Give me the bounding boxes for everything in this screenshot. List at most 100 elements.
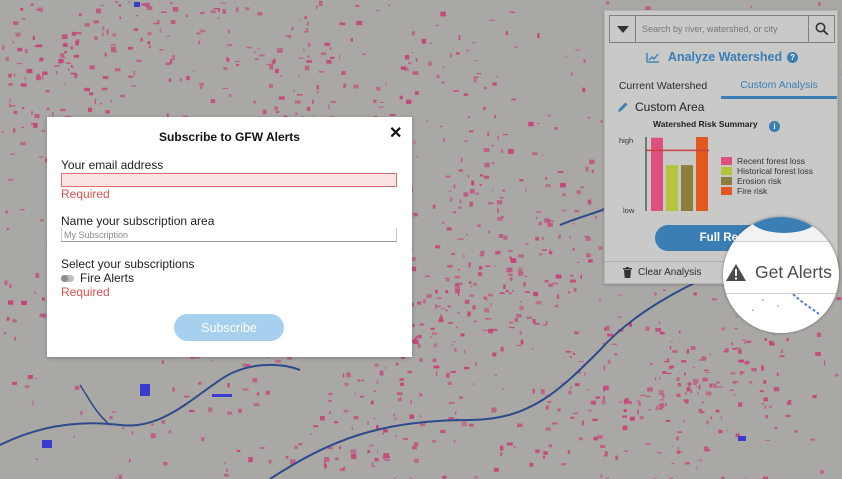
forest-loss-patch bbox=[702, 377, 708, 382]
forest-loss-patch bbox=[55, 71, 58, 75]
forest-loss-patch bbox=[684, 462, 690, 465]
email-label: Your email address bbox=[61, 158, 164, 172]
forest-loss-patch bbox=[545, 320, 548, 325]
forest-loss-patch bbox=[440, 314, 443, 319]
forest-loss-patch bbox=[20, 7, 24, 11]
forest-loss-patch bbox=[569, 279, 576, 283]
forest-loss-patch bbox=[246, 46, 252, 49]
forest-loss-patch bbox=[30, 3, 34, 6]
forest-loss-patch bbox=[685, 401, 689, 404]
forest-loss-patch bbox=[146, 6, 153, 11]
forest-loss-patch bbox=[508, 273, 513, 276]
axis-high-label: high bbox=[619, 136, 634, 145]
forest-loss-patch bbox=[485, 265, 491, 267]
forest-loss-patch bbox=[602, 396, 605, 401]
get-alerts-label: Get Alerts bbox=[755, 261, 832, 282]
forest-loss-patch bbox=[460, 333, 465, 337]
caret-down-icon bbox=[616, 25, 629, 33]
search-dropdown-button[interactable] bbox=[610, 16, 636, 42]
forest-loss-patch bbox=[648, 408, 652, 411]
clear-analysis-button[interactable]: Clear Analysis bbox=[623, 267, 701, 278]
subscribe-button[interactable]: Subscribe bbox=[174, 314, 284, 341]
search-input[interactable] bbox=[636, 16, 808, 42]
forest-loss-patch bbox=[253, 403, 260, 407]
forest-loss-patch bbox=[320, 417, 322, 420]
forest-loss-patch bbox=[379, 102, 384, 103]
info-icon[interactable]: i bbox=[769, 121, 780, 132]
forest-loss-patch bbox=[516, 313, 522, 318]
forest-loss-patch bbox=[78, 13, 82, 17]
forest-loss-patch bbox=[312, 99, 314, 105]
fire-alerts-toggle[interactable]: Fire Alerts bbox=[61, 271, 134, 285]
forest-loss-patch bbox=[578, 437, 583, 441]
forest-loss-patch bbox=[308, 42, 311, 47]
forest-loss-patch bbox=[357, 379, 361, 382]
forest-loss-patch bbox=[353, 416, 359, 420]
forest-loss-patch bbox=[463, 366, 470, 370]
subscription-name-field[interactable] bbox=[61, 228, 397, 242]
forest-loss-patch bbox=[447, 305, 451, 308]
get-alerts-button[interactable]: Get Alerts bbox=[723, 258, 839, 286]
search-button[interactable] bbox=[808, 16, 834, 42]
forest-loss-patch bbox=[20, 142, 26, 146]
tab-current-watershed[interactable]: Current Watershed bbox=[605, 73, 721, 99]
subscriptions-label: Select your subscriptions bbox=[61, 257, 195, 271]
forest-loss-patch bbox=[744, 341, 747, 344]
forest-loss-patch bbox=[408, 62, 412, 65]
forest-loss-patch bbox=[818, 2, 821, 6]
forest-loss-patch bbox=[102, 26, 105, 31]
forest-loss-patch bbox=[447, 381, 452, 385]
analyze-watershed-button[interactable]: Analyze Watershed ? bbox=[605, 47, 839, 67]
forest-loss-patch bbox=[785, 414, 791, 418]
legend-label: Recent forest loss bbox=[737, 156, 806, 166]
forest-loss-patch bbox=[600, 445, 606, 448]
forest-loss-patch bbox=[72, 66, 74, 69]
tab-custom-analysis[interactable]: Custom Analysis bbox=[721, 73, 837, 99]
forest-loss-patch bbox=[190, 356, 195, 359]
close-icon[interactable]: ✕ bbox=[389, 123, 402, 143]
forest-loss-patch bbox=[76, 39, 80, 43]
forest-loss-patch bbox=[410, 400, 412, 405]
forest-loss-patch bbox=[552, 422, 558, 425]
forest-loss-patch bbox=[659, 331, 665, 335]
toggle-switch[interactable] bbox=[61, 274, 74, 282]
legend-label: Fire risk bbox=[737, 186, 768, 196]
forest-loss-patch bbox=[492, 189, 494, 192]
help-icon[interactable]: ? bbox=[787, 51, 799, 63]
forest-loss-patch bbox=[518, 254, 524, 258]
forest-loss-patch bbox=[595, 396, 601, 399]
forest-loss-patch bbox=[479, 184, 482, 186]
forest-loss-patch bbox=[420, 414, 422, 418]
forest-loss-patch bbox=[321, 52, 327, 55]
forest-loss-patch bbox=[761, 365, 764, 371]
forest-loss-patch bbox=[467, 116, 470, 119]
forest-loss-patch bbox=[496, 75, 498, 78]
water-body bbox=[738, 436, 746, 441]
water-body bbox=[42, 440, 52, 448]
forest-loss-patch bbox=[440, 125, 443, 128]
forest-loss-patch bbox=[720, 415, 722, 420]
forest-loss-patch bbox=[580, 274, 582, 279]
forest-loss-patch bbox=[436, 297, 442, 299]
forest-loss-patch bbox=[451, 252, 455, 256]
forest-loss-patch bbox=[506, 442, 513, 446]
forest-loss-patch bbox=[751, 368, 757, 372]
forest-loss-patch bbox=[298, 57, 304, 59]
forest-loss-patch bbox=[473, 60, 478, 62]
forest-loss-patch bbox=[810, 438, 816, 441]
forest-loss-patch bbox=[106, 29, 109, 35]
pencil-icon bbox=[618, 102, 628, 112]
forest-loss-patch bbox=[294, 445, 298, 449]
forest-loss-patch bbox=[210, 99, 216, 104]
forest-loss-patch bbox=[450, 370, 456, 373]
forest-loss-patch bbox=[472, 42, 476, 44]
forest-loss-patch bbox=[519, 330, 522, 335]
forest-loss-patch bbox=[426, 120, 429, 122]
forest-loss-patch bbox=[268, 459, 272, 464]
forest-loss-patch bbox=[101, 87, 108, 91]
forest-loss-patch bbox=[109, 415, 113, 420]
forest-loss-patch bbox=[147, 32, 152, 36]
forest-loss-patch bbox=[67, 68, 70, 71]
forest-loss-patch bbox=[471, 180, 475, 186]
email-field[interactable] bbox=[61, 173, 397, 187]
